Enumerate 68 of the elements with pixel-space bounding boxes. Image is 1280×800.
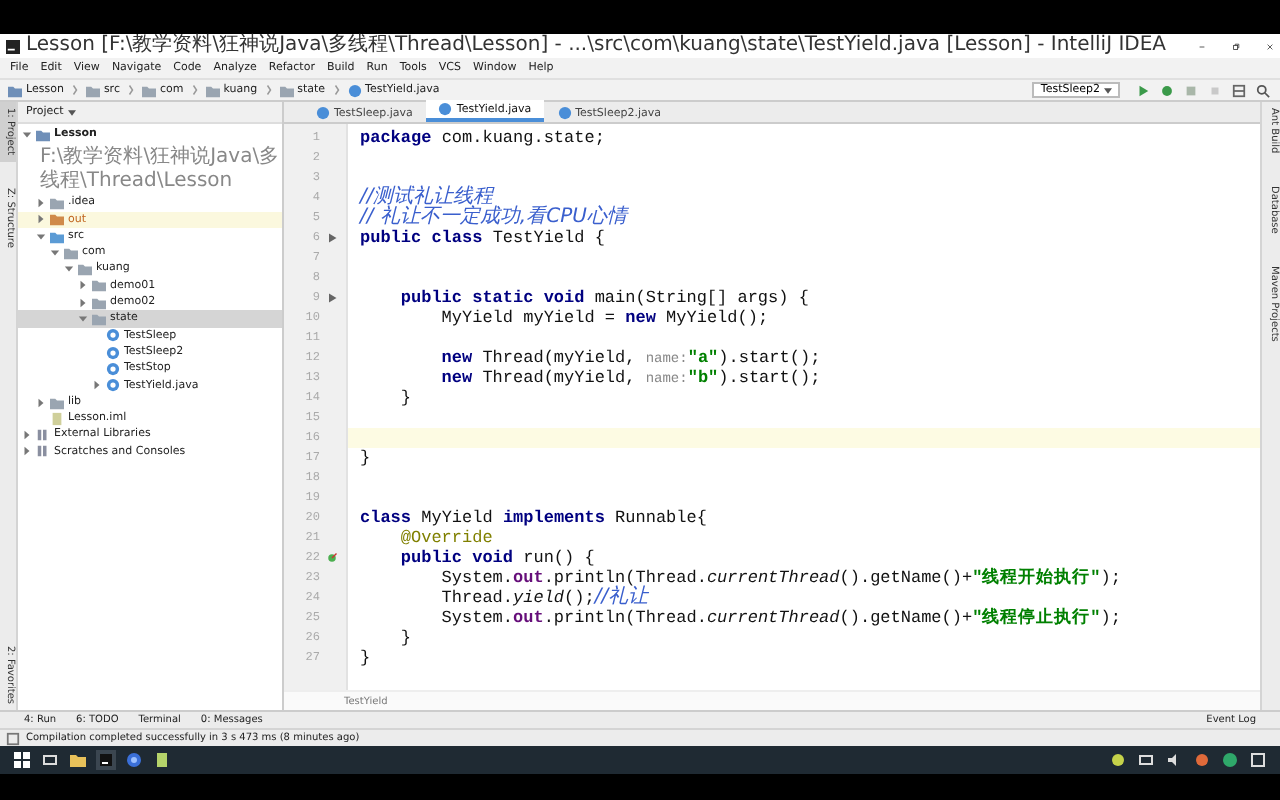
ide-app-icon[interactable] [96, 750, 116, 770]
expand-arrow-icon[interactable] [36, 397, 46, 407]
folder-icon [8, 83, 22, 97]
folder-icon[interactable] [68, 750, 88, 770]
code-line: public class TestYield { [360, 228, 605, 248]
code-line: package com.kuang.state; [360, 128, 605, 148]
code-line: public void run() { [398, 548, 595, 568]
folder-icon [205, 83, 220, 97]
implements-gutter-icon[interactable] [326, 552, 338, 564]
caret-icon [1104, 87, 1112, 93]
expand-arrow-icon[interactable] [22, 430, 32, 441]
network-icon[interactable] [1136, 750, 1156, 770]
caret-icon [67, 109, 76, 115]
code-line: } [398, 388, 412, 408]
code-line: } [360, 448, 371, 468]
tray-icon[interactable] [1108, 750, 1128, 770]
chevron-icon [191, 84, 198, 96]
run-icon[interactable] [1135, 83, 1149, 97]
chevron-icon [127, 84, 134, 96]
file-icon [50, 411, 64, 426]
code-line: System.out.println(Thread.currentThread().getName()+"线程停止执行"); [439, 608, 1121, 628]
status-icon [6, 731, 20, 745]
folder-icon [36, 127, 50, 142]
expand-arrow-icon[interactable] [78, 314, 88, 325]
code-line: public static void main(String[] args) { [398, 288, 809, 308]
expand-arrow-icon[interactable] [36, 214, 46, 225]
expand-arrow-icon[interactable] [22, 446, 32, 457]
run-gutter-icon[interactable] [326, 292, 338, 304]
folder-icon [279, 83, 294, 97]
chevron-icon [71, 84, 78, 96]
folder-icon [141, 83, 156, 97]
folder-icon [85, 83, 100, 97]
expand-arrow-icon[interactable] [64, 264, 74, 275]
document-icon[interactable] [152, 750, 172, 770]
search-icon[interactable] [1255, 83, 1269, 97]
expand-arrow-icon[interactable] [22, 129, 32, 140]
expand-arrow-icon[interactable] [36, 231, 46, 242]
code-line: // 礼让不一定成功,看CPU心情 [360, 208, 627, 228]
expand-arrow-icon[interactable] [36, 197, 46, 208]
expand-arrow-icon[interactable] [78, 280, 88, 291]
chevron-icon [265, 84, 272, 96]
window-title: Lesson [F:\教学资料\狂神说Java\多线程\Thread\Lesson] - ...\src\com\kuang\state\TestYield.java [Lesson] - IntelliJ IDEA [26, 34, 1167, 58]
code-line: } [398, 628, 412, 648]
code-line: System.out.println(Thread.currentThread().getName()+"线程开始执行"); [439, 568, 1121, 588]
code-line: //测试礼让线程 [360, 188, 494, 208]
browser-icon[interactable] [124, 750, 144, 770]
code-line: MyYield myYield = new MyYield(); [439, 308, 769, 328]
structure-icon[interactable] [1231, 83, 1245, 97]
app-icon [6, 39, 20, 53]
debug-icon[interactable] [1159, 83, 1173, 97]
expand-arrow-icon[interactable] [92, 380, 102, 391]
class-icon [347, 83, 362, 97]
class-icon [316, 106, 330, 120]
class-icon [557, 106, 572, 120]
task-view-icon[interactable] [40, 750, 60, 770]
class-icon [438, 102, 453, 116]
windows-logo-icon[interactable] [12, 750, 32, 770]
code-line: @Override [398, 528, 493, 548]
code-line: class MyYield implements Runnable{ [360, 508, 707, 528]
module-path: F:\教学资料\狂神说Java\多线程\Thread\Lesson [38, 146, 282, 195]
run-gutter-icon[interactable] [326, 232, 338, 244]
notification-icon[interactable] [1248, 750, 1268, 770]
expand-arrow-icon[interactable] [50, 247, 60, 258]
code-line: Thread.yield();//礼让 [439, 588, 649, 608]
expand-arrow-icon[interactable] [78, 297, 88, 308]
chevron-icon [333, 84, 340, 96]
folder-icon [50, 395, 64, 409]
code-line: } [360, 648, 371, 668]
